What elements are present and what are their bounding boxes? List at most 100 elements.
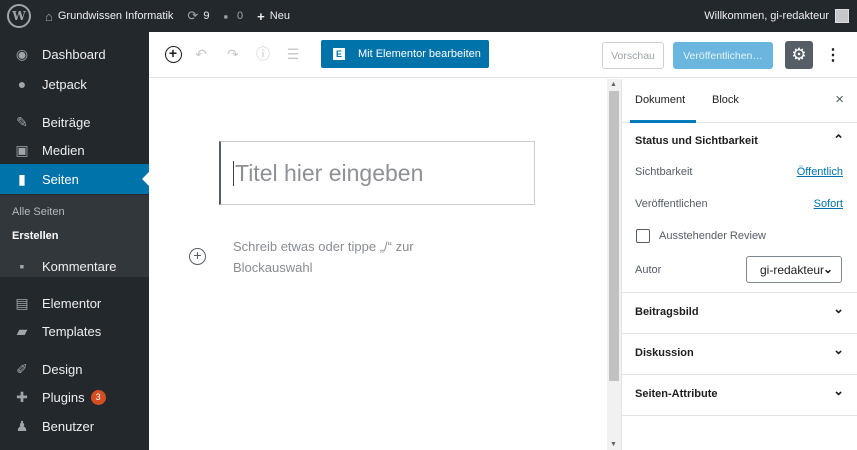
discussion-toggle[interactable]: Diskussion	[635, 347, 694, 359]
sidebar-item-label: Jetpack	[42, 76, 87, 92]
close-icon[interactable]: ×	[835, 91, 844, 108]
sidebar-item-label: Plugins	[42, 389, 85, 405]
admin-bar: W ⌂ Grundwissen Informatik ⟳ 9 ▪ 0 + Neu…	[0, 0, 857, 32]
default-block-appender[interactable]: Schreib etwas oder tippe „/“ zur Blockau…	[233, 236, 453, 278]
block-navigation-button[interactable]: ☰	[283, 44, 303, 64]
sidebar-item-label: Dashboard	[42, 46, 106, 62]
redo-button[interactable]: ↷	[223, 44, 243, 64]
divider	[622, 333, 857, 334]
redo-icon: ↷	[227, 45, 239, 62]
sidebar-item-kommentare[interactable]: ▪ Kommentare	[0, 251, 149, 281]
author-label: Autor	[635, 264, 662, 276]
pending-review-label[interactable]: Ausstehender Review	[659, 230, 766, 242]
plus-circle-icon: +	[164, 45, 182, 63]
text-caret	[233, 160, 234, 186]
media-icon: ▣	[15, 141, 29, 158]
title-placeholder: Titel hier eingeben	[235, 159, 424, 186]
sidebar-item-label: Elementor	[42, 295, 102, 311]
publish-date-link[interactable]: Sofort	[814, 198, 843, 210]
welcome-text: Willkommen, gi-redakteur	[704, 10, 829, 22]
plus-icon: +	[257, 8, 265, 24]
chevron-down-icon: ⌄	[822, 262, 833, 276]
elementor-icon: ▤	[15, 294, 29, 311]
sidebar-item-templates[interactable]: ▰ Templates	[0, 316, 149, 346]
edit-with-elementor-button[interactable]: E Mit Elementor bearbeiten	[321, 40, 489, 68]
vertical-ellipsis-icon: ⋮	[825, 47, 841, 64]
submenu-item-alle-seiten[interactable]: Alle Seiten	[12, 206, 65, 218]
my-account-link[interactable]: Willkommen, gi-redakteur	[704, 9, 857, 23]
undo-icon: ↶	[195, 45, 207, 62]
folder-icon: ▰	[16, 322, 28, 339]
admin-sidebar: ◉ Dashboard ● Jetpack ✎ Beiträge ▣ Medie…	[0, 32, 149, 450]
sidebar-item-dashboard[interactable]: ◉ Dashboard	[0, 39, 149, 69]
dashboard-icon: ◉	[15, 45, 29, 62]
visibility-link[interactable]: Öffentlich	[797, 166, 843, 178]
sidebar-item-elementor[interactable]: ▤ Elementor	[0, 288, 149, 318]
sidebar-item-label: Templates	[42, 323, 102, 339]
info-button[interactable]: ⓘ	[253, 44, 273, 64]
avatar	[835, 9, 849, 23]
pending-review-checkbox[interactable]	[636, 229, 650, 243]
editor-toolbar: + ↶ ↷ ⓘ ☰ E Mit Elementor bearbeiten Vor…	[149, 32, 857, 78]
site-name: Grundwissen Informatik	[57, 10, 174, 22]
scroll-thumb[interactable]	[609, 91, 619, 381]
more-options-button[interactable]: ⋮	[825, 42, 841, 68]
publish-button[interactable]: Veröffentlichen…	[673, 42, 773, 69]
chevron-down-icon[interactable]: ⌄	[833, 301, 844, 317]
updates-link[interactable]: ⟳ 9	[180, 0, 216, 32]
settings-button[interactable]: ⚙	[785, 41, 813, 69]
chevron-up-icon[interactable]: ⌃	[833, 132, 844, 148]
new-label: Neu	[269, 10, 290, 22]
jetpack-icon: ●	[17, 76, 27, 92]
divider	[622, 292, 857, 293]
site-name-link[interactable]: ⌂ Grundwissen Informatik	[38, 0, 180, 32]
sidebar-item-medien[interactable]: ▣ Medien	[0, 135, 149, 165]
pages-icon: ▮	[18, 170, 26, 187]
wp-logo-menu[interactable]: W	[0, 0, 38, 32]
sidebar-item-label: Benutzer	[42, 418, 95, 434]
sidebar-item-plugins[interactable]: ✚ Plugins 3	[0, 382, 149, 412]
sidebar-item-label: Seiten	[42, 171, 79, 187]
featured-image-toggle[interactable]: Beitragsbild	[635, 306, 699, 318]
user-icon: ♟	[15, 417, 29, 434]
status-visibility-toggle[interactable]: Status und Sichtbarkeit	[635, 135, 758, 147]
scroll-down-arrow-icon[interactable]: ▼	[610, 441, 617, 448]
chevron-down-icon[interactable]: ⌄	[833, 342, 844, 358]
sidebar-item-jetpack[interactable]: ● Jetpack	[0, 69, 149, 99]
sidebar-item-seiten[interactable]: ▮ Seiten	[0, 164, 149, 194]
post-title-input[interactable]: Titel hier eingeben	[219, 141, 535, 205]
editor-scrollbar[interactable]: ▲ ▼	[607, 79, 621, 450]
author-select-value: gi-redakteur	[760, 262, 825, 277]
info-icon: ⓘ	[256, 46, 270, 62]
wordpress-logo-icon: W	[7, 4, 31, 28]
scroll-up-arrow-icon[interactable]: ▲	[610, 81, 617, 88]
sidebar-item-benutzer[interactable]: ♟ Benutzer	[0, 411, 149, 441]
updates-icon: ⟳	[187, 8, 199, 23]
comment-icon: ▪	[19, 258, 25, 274]
sidebar-item-label: Kommentare	[42, 258, 117, 274]
comments-count: 0	[237, 10, 244, 22]
new-content-link[interactable]: + Neu	[250, 0, 297, 32]
author-select[interactable]: gi-redakteur ⌄	[746, 256, 842, 283]
undo-button[interactable]: ↶	[191, 44, 211, 64]
tab-block[interactable]: Block	[712, 94, 739, 106]
divider	[622, 374, 857, 375]
sidebar-item-label: Design	[42, 361, 83, 377]
comments-link[interactable]: ▪ 0	[216, 0, 250, 32]
inline-add-block-button[interactable]: +	[189, 248, 206, 265]
sidebar-item-design[interactable]: ✐ Design	[0, 354, 149, 384]
add-block-button[interactable]: +	[163, 44, 183, 64]
sidebar-item-beitraege[interactable]: ✎ Beiträge	[0, 107, 149, 137]
divider	[622, 415, 857, 416]
pin-icon: ✎	[16, 113, 28, 130]
submenu-item-erstellen[interactable]: Erstellen	[12, 230, 58, 242]
gear-icon: ⚙	[791, 45, 807, 64]
page-attributes-toggle[interactable]: Seiten-Attribute	[635, 388, 718, 400]
publish-date-label: Veröffentlichen	[635, 198, 708, 210]
sidebar-item-label: Beiträge	[42, 114, 91, 130]
tab-document[interactable]: Dokument	[635, 94, 685, 106]
editor-canvas: Titel hier eingeben + Schreib etwas oder…	[149, 79, 607, 450]
preview-button[interactable]: Vorschau	[602, 42, 664, 69]
plugin-icon: ✚	[16, 388, 28, 405]
chevron-down-icon[interactable]: ⌄	[833, 383, 844, 399]
